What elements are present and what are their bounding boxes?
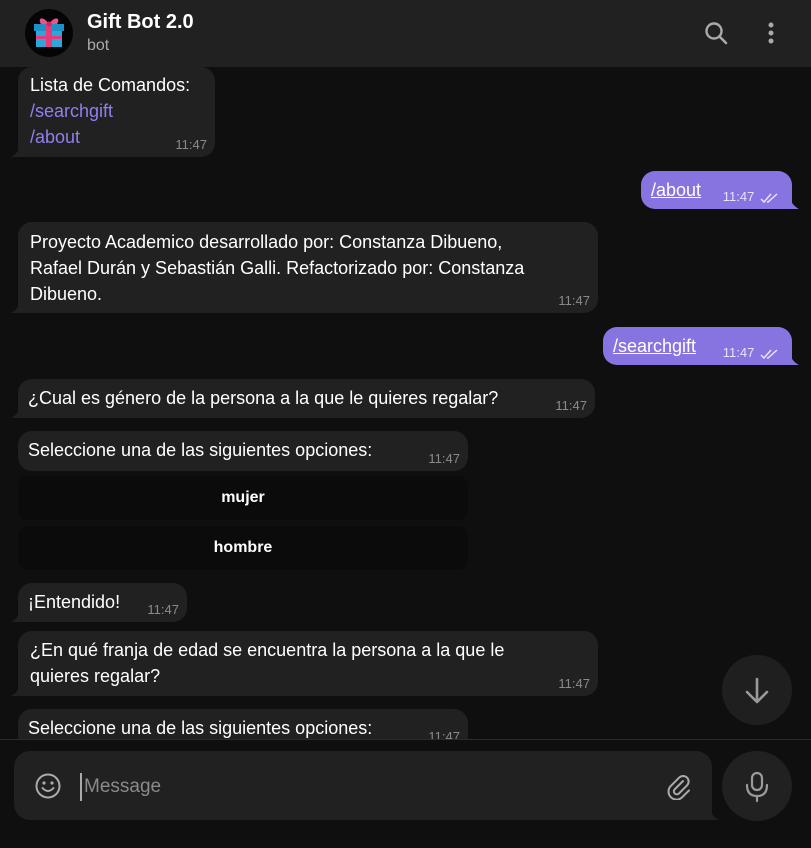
- emoji-button[interactable]: [34, 772, 62, 800]
- message-time: 11:47: [175, 137, 207, 152]
- message-bubble: Seleccione una de las siguientes opcione…: [18, 709, 468, 739]
- message-text: ¡Entendido!: [28, 592, 121, 612]
- inline-button-hombre[interactable]: hombre: [18, 526, 468, 570]
- double-check-icon: [760, 193, 778, 203]
- message-meta: 11:47: [723, 190, 780, 204]
- more-vertical-icon: [768, 22, 774, 44]
- message-text: Seleccione una de las siguientes opcione…: [28, 718, 373, 738]
- message-time: 11:47: [428, 729, 460, 740]
- composer-tail: [709, 806, 719, 820]
- bot-avatar[interactable]: [25, 9, 73, 57]
- message-text: quieres regalar?: [30, 666, 161, 686]
- message-time: 11:47: [558, 293, 590, 308]
- message-time: 11:47: [558, 676, 590, 691]
- message-text: Proyecto Academico desarrollado por: Con…: [30, 232, 503, 252]
- message-meta: 11:47: [723, 346, 780, 360]
- more-menu-button[interactable]: [756, 18, 786, 48]
- message-text: ¿Cual es género de la persona a la que l…: [28, 388, 499, 408]
- message-composer: [14, 751, 712, 820]
- command-link-searchgift[interactable]: /searchgift: [30, 98, 203, 124]
- message-text[interactable]: /about: [651, 177, 701, 203]
- message-time: 11:47: [722, 189, 755, 204]
- attach-button[interactable]: [664, 772, 692, 801]
- message-text: ¿En qué franja de edad se encuentra la p…: [30, 640, 505, 660]
- message-bubble-outgoing: /searchgift 11:47: [603, 327, 799, 365]
- chat-subtitle: bot: [87, 37, 110, 54]
- message-bubble: ¿En qué franja de edad se encuentra la p…: [11, 631, 598, 696]
- bottom-strip: [0, 840, 811, 848]
- double-check-icon: [760, 349, 778, 359]
- chat-title[interactable]: Gift Bot 2.0: [87, 11, 194, 34]
- message-bubble: Proyecto Academico desarrollado por: Con…: [11, 222, 598, 313]
- gift-icon: [34, 18, 64, 47]
- microphone-icon: [745, 771, 769, 803]
- message-text: Dibueno.: [30, 284, 103, 304]
- scroll-to-bottom-button[interactable]: [722, 655, 792, 725]
- composer-divider: [0, 739, 811, 740]
- arrow-down-icon: [745, 677, 769, 704]
- paperclip-icon: [667, 775, 690, 801]
- message-text: Seleccione una de las siguientes opcione…: [28, 440, 373, 460]
- message-bubble: ¡Entendido! 11:47: [11, 583, 187, 622]
- message-list[interactable]: Lista de Comandos: /searchgift /about 11…: [0, 67, 811, 739]
- message-input[interactable]: [80, 773, 640, 801]
- message-text[interactable]: /searchgift: [613, 333, 696, 359]
- inline-button-mujer[interactable]: mujer: [18, 476, 468, 520]
- message-time: 11:47: [722, 345, 755, 360]
- message-time: 11:47: [428, 451, 460, 466]
- message-time: 11:47: [555, 398, 587, 413]
- search-icon: [705, 22, 728, 45]
- search-button[interactable]: [701, 18, 731, 48]
- chat-header: Gift Bot 2.0 bot: [0, 0, 811, 67]
- message-text: Rafael Durán y Sebastián Galli. Refactor…: [30, 258, 525, 278]
- message-text: Lista de Comandos:: [30, 75, 191, 95]
- emoji-icon: [35, 773, 61, 799]
- message-bubble-outgoing: /about 11:47: [641, 171, 799, 209]
- message-time: 11:47: [147, 602, 179, 617]
- message-bubble: ¿Cual es género de la persona a la que l…: [11, 379, 595, 418]
- voice-message-button[interactable]: [722, 751, 792, 821]
- message-bubble: Lista de Comandos: /searchgift /about 11…: [11, 67, 215, 157]
- message-bubble: Seleccione una de las siguientes opcione…: [18, 431, 468, 471]
